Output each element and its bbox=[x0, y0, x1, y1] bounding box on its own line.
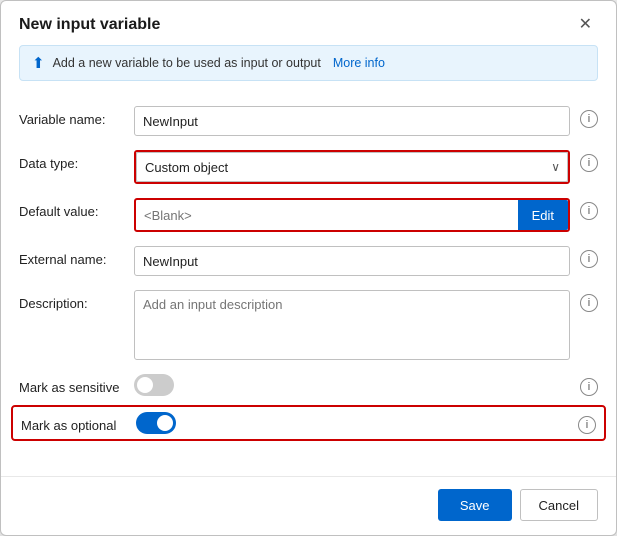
mark-sensitive-slider bbox=[134, 374, 174, 396]
upload-icon: ⬆ bbox=[32, 54, 45, 72]
default-value-field-wrap: Edit bbox=[134, 198, 570, 232]
external-name-input[interactable] bbox=[134, 246, 570, 276]
dialog-header: New input variable ✕ bbox=[1, 1, 616, 45]
external-name-info-icon[interactable]: i bbox=[580, 250, 598, 268]
external-name-label: External name: bbox=[19, 246, 124, 267]
mark-sensitive-wrap bbox=[134, 374, 570, 396]
variable-name-row: Variable name: i bbox=[19, 99, 598, 143]
dialog-footer: Save Cancel bbox=[1, 476, 616, 535]
description-wrap bbox=[134, 290, 570, 360]
description-label: Description: bbox=[19, 290, 124, 311]
default-value-input[interactable] bbox=[136, 200, 512, 230]
data-type-select[interactable]: Text Number Boolean Custom object Date L… bbox=[136, 152, 568, 182]
banner-text: Add a new variable to be used as input o… bbox=[53, 56, 321, 70]
description-row: Description: i bbox=[19, 283, 598, 367]
default-value-row: Default value: Edit i bbox=[19, 191, 598, 239]
external-name-row: External name: i bbox=[19, 239, 598, 283]
variable-name-wrap bbox=[134, 106, 570, 136]
description-info-icon[interactable]: i bbox=[580, 294, 598, 312]
info-banner: ⬆ Add a new variable to be used as input… bbox=[19, 45, 598, 81]
data-type-label: Data type: bbox=[19, 150, 124, 171]
default-value-wrap: Edit bbox=[134, 198, 570, 232]
mark-optional-toggle-wrap bbox=[136, 412, 176, 434]
mark-sensitive-toggle[interactable] bbox=[134, 374, 174, 396]
default-value-info-icon[interactable]: i bbox=[580, 202, 598, 220]
mark-optional-toggle[interactable] bbox=[136, 412, 176, 434]
save-button[interactable]: Save bbox=[438, 489, 512, 521]
mark-sensitive-label: Mark as sensitive bbox=[19, 374, 124, 395]
close-button[interactable]: ✕ bbox=[573, 15, 598, 35]
mark-sensitive-info-icon[interactable]: i bbox=[580, 378, 598, 396]
mark-optional-label: Mark as optional bbox=[21, 412, 126, 433]
data-type-wrap: Text Number Boolean Custom object Date L… bbox=[134, 150, 570, 184]
cancel-button[interactable]: Cancel bbox=[520, 489, 598, 521]
form-body: Variable name: i Data type: Text Number … bbox=[1, 93, 616, 476]
default-value-label: Default value: bbox=[19, 198, 124, 219]
more-info-link[interactable]: More info bbox=[333, 56, 385, 70]
mark-optional-row: Mark as optional i bbox=[11, 405, 606, 441]
new-input-variable-dialog: New input variable ✕ ⬆ Add a new variabl… bbox=[0, 0, 617, 536]
mark-sensitive-row: Mark as sensitive i bbox=[19, 367, 598, 403]
data-type-info-icon[interactable]: i bbox=[580, 154, 598, 172]
mark-sensitive-toggle-wrap bbox=[134, 374, 174, 396]
mark-optional-wrap bbox=[136, 412, 568, 434]
edit-button[interactable]: Edit bbox=[518, 200, 568, 230]
data-type-row: Data type: Text Number Boolean Custom ob… bbox=[19, 143, 598, 191]
description-textarea[interactable] bbox=[134, 290, 570, 360]
mark-optional-info-icon[interactable]: i bbox=[578, 416, 596, 434]
variable-name-info-icon[interactable]: i bbox=[580, 110, 598, 128]
data-type-select-wrap: Text Number Boolean Custom object Date L… bbox=[134, 150, 570, 184]
variable-name-label: Variable name: bbox=[19, 106, 124, 127]
external-name-wrap bbox=[134, 246, 570, 276]
dialog-title: New input variable bbox=[19, 16, 160, 34]
mark-optional-slider bbox=[136, 412, 176, 434]
variable-name-input[interactable] bbox=[134, 106, 570, 136]
